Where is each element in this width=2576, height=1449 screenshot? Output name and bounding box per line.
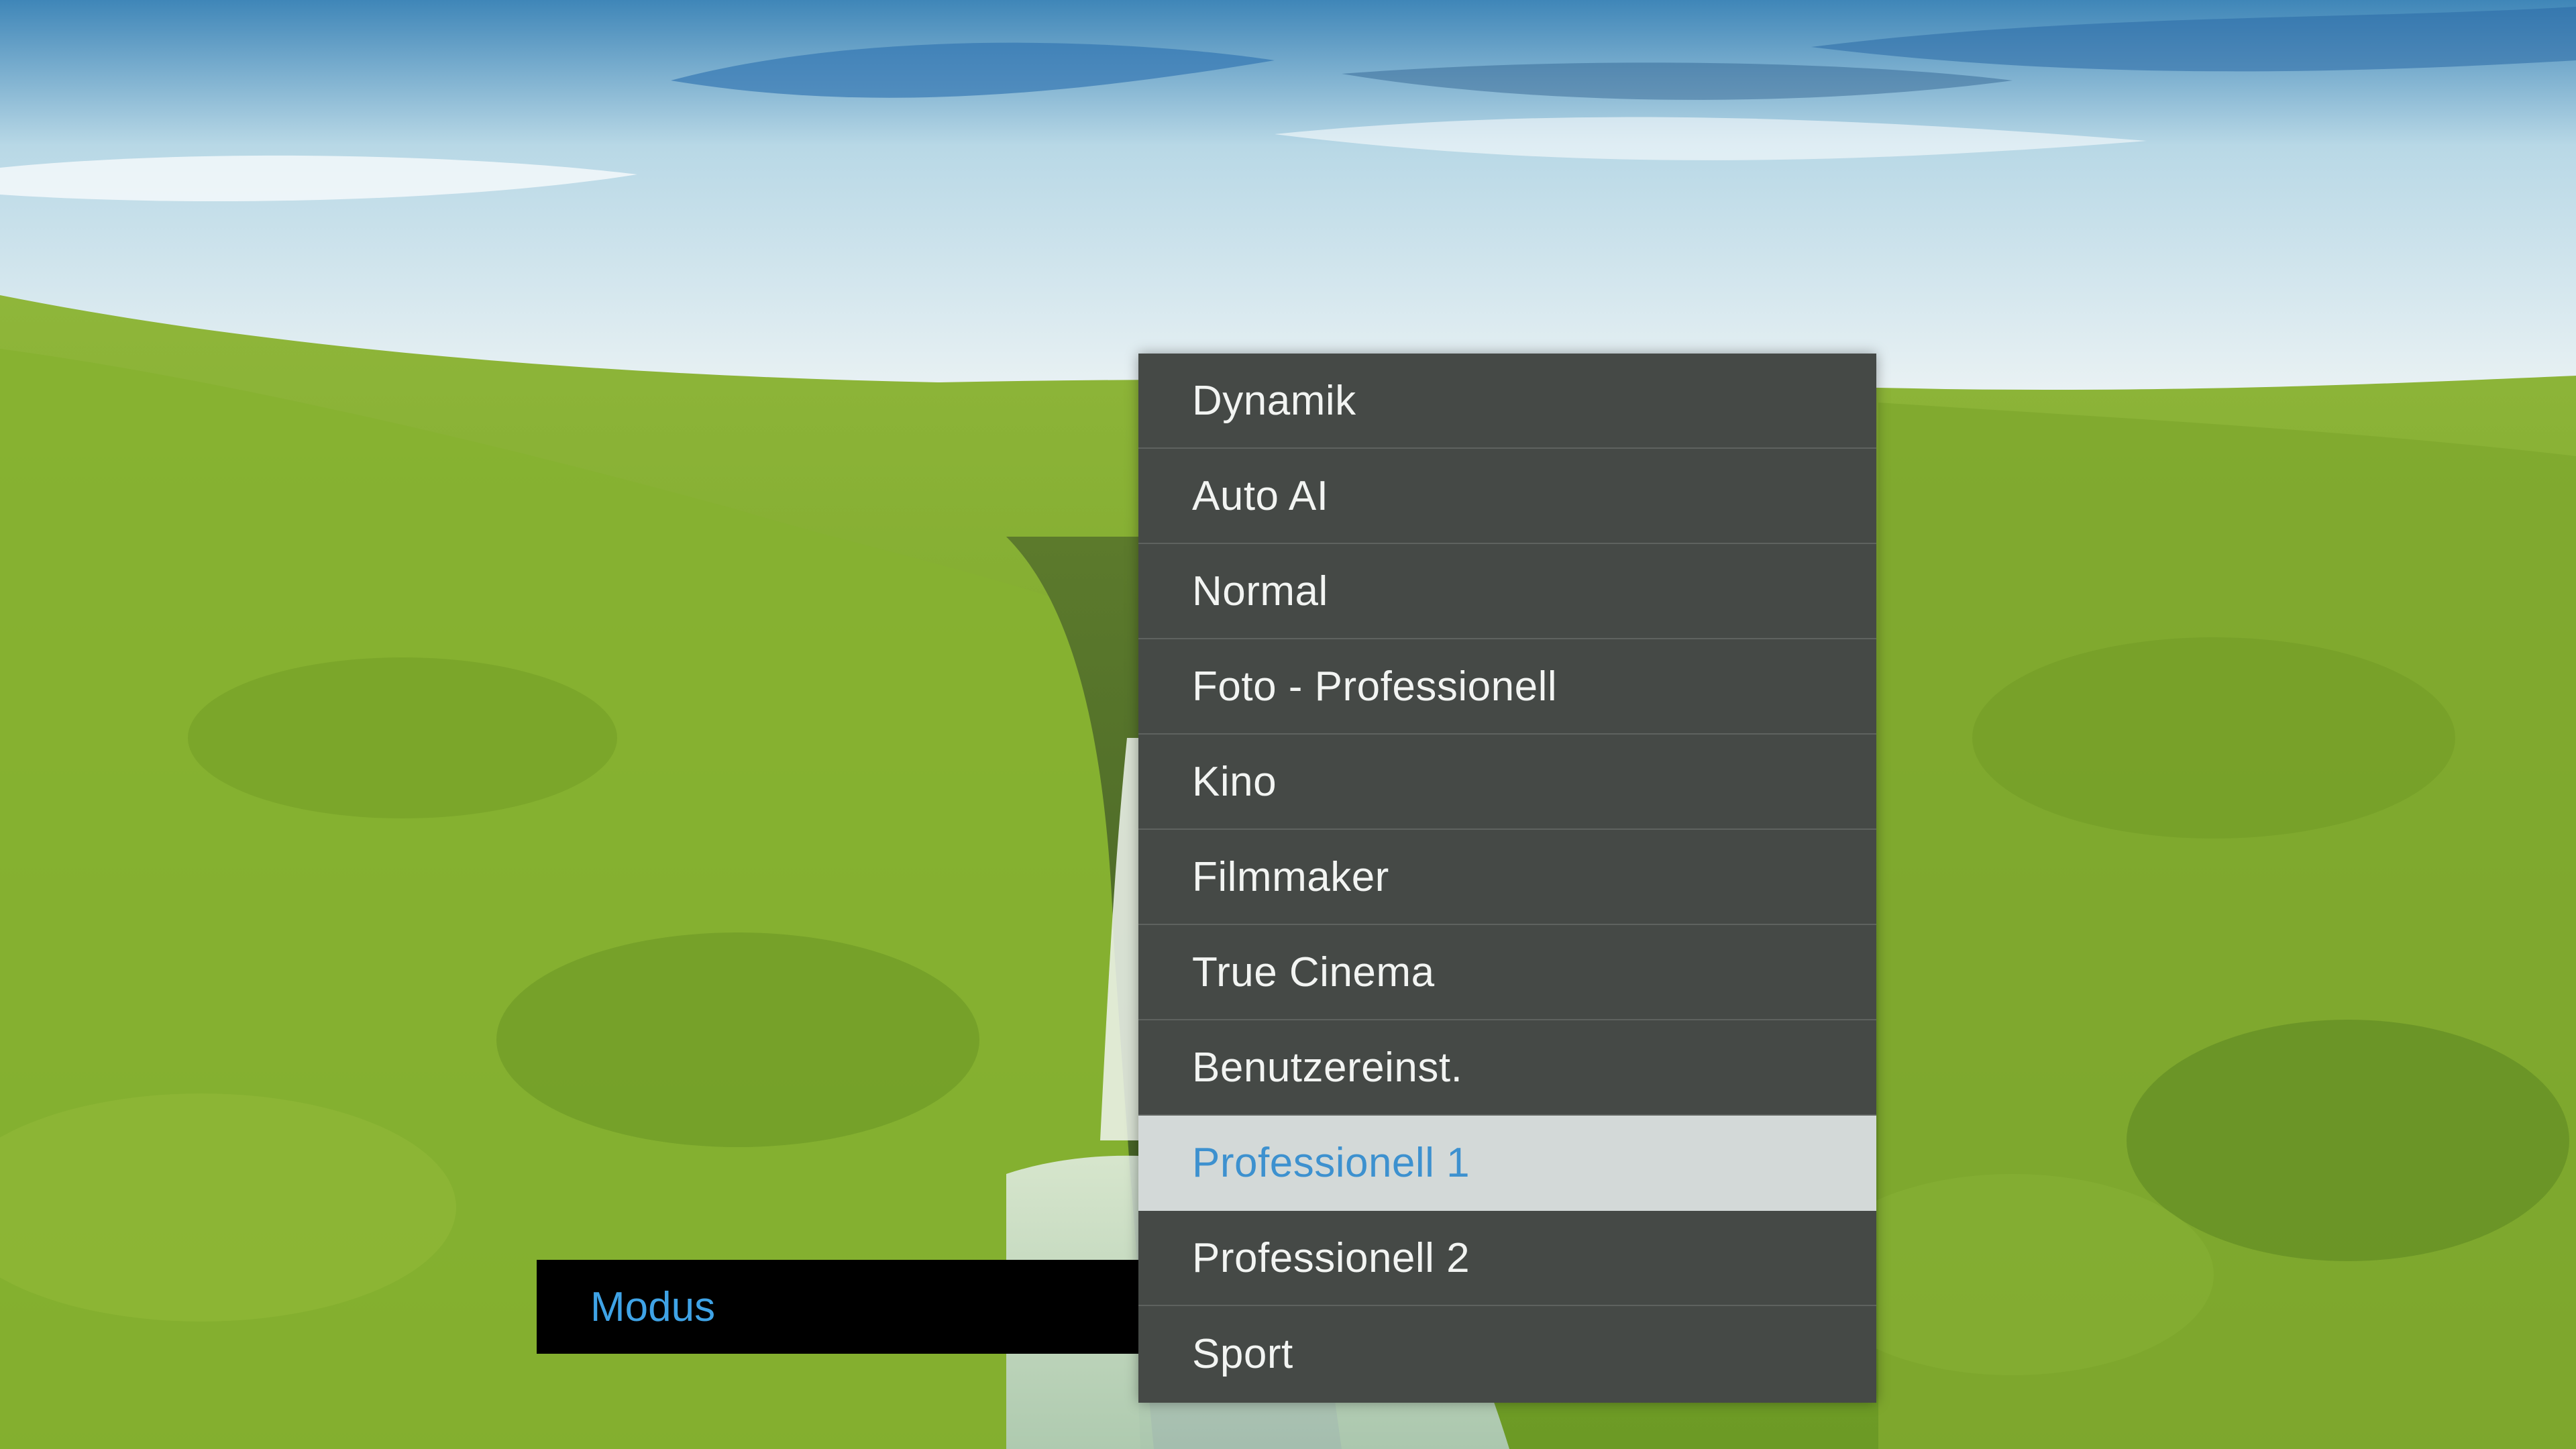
mode-option-label: Normal [1192, 568, 1328, 614]
mode-option-auto-ai[interactable]: Auto AI [1138, 449, 1876, 544]
mode-option-label: Sport [1192, 1330, 1293, 1377]
mode-option-label: Filmmaker [1192, 853, 1389, 900]
mode-label-text: Modus [590, 1283, 716, 1330]
mode-option-professionell-2[interactable]: Professionell 2 [1138, 1211, 1876, 1306]
mode-option-professionell-1[interactable]: Professionell 1 [1138, 1116, 1876, 1211]
mode-option-label: Kino [1192, 758, 1277, 805]
mode-option-benutzereinst[interactable]: Benutzereinst. [1138, 1020, 1876, 1116]
mode-option-true-cinema[interactable]: True Cinema [1138, 925, 1876, 1020]
tv-screen: Modus Dynamik Auto AI Normal Foto - Prof… [0, 0, 2576, 1449]
mode-option-label: True Cinema [1192, 949, 1435, 996]
mode-setting-label[interactable]: Modus [537, 1260, 1138, 1354]
mode-option-sport[interactable]: Sport [1138, 1306, 1876, 1401]
mode-option-label: Auto AI [1192, 472, 1329, 519]
mode-option-label: Professionell 1 [1192, 1139, 1470, 1186]
mode-option-foto-professionell[interactable]: Foto - Professionell [1138, 639, 1876, 735]
mode-option-dynamik[interactable]: Dynamik [1138, 354, 1876, 449]
mode-options-list: Dynamik Auto AI Normal Foto - Profession… [1138, 354, 1876, 1403]
mode-option-filmmaker[interactable]: Filmmaker [1138, 830, 1876, 925]
mode-option-label: Benutzereinst. [1192, 1044, 1463, 1091]
mode-option-label: Dynamik [1192, 377, 1356, 424]
mode-option-label: Professionell 2 [1192, 1234, 1470, 1281]
mode-option-kino[interactable]: Kino [1138, 735, 1876, 830]
mode-option-label: Foto - Professionell [1192, 663, 1558, 710]
mode-option-normal[interactable]: Normal [1138, 544, 1876, 639]
